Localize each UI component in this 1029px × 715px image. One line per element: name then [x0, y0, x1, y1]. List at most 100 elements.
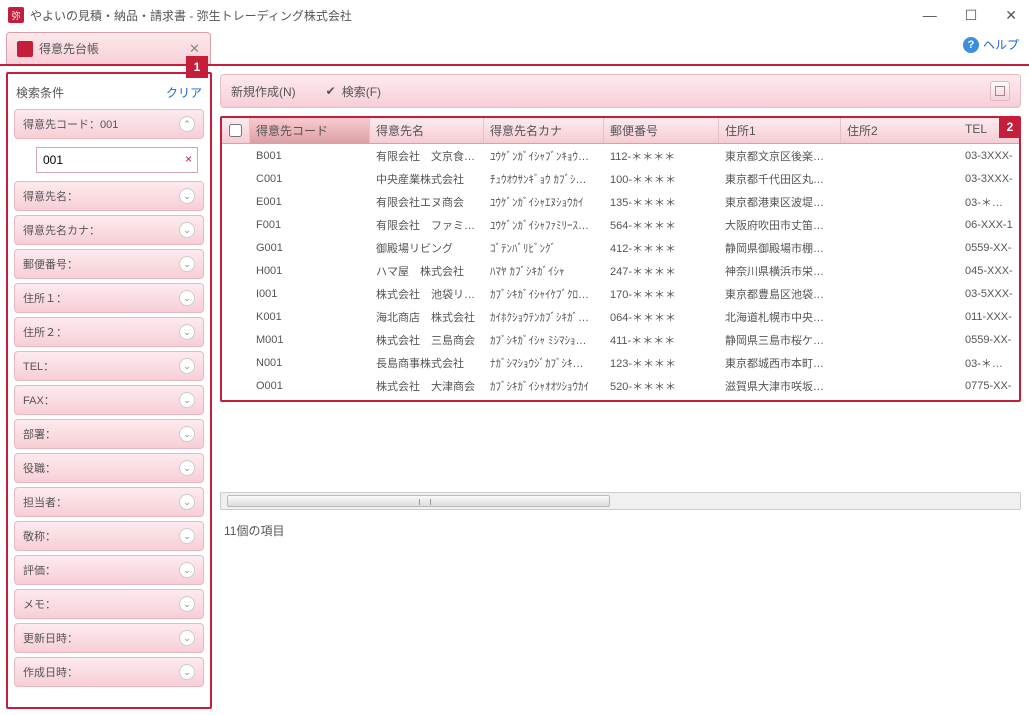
minimize-button[interactable]: —: [919, 7, 941, 24]
chevron-down-icon[interactable]: [179, 392, 195, 408]
chevron-down-icon[interactable]: [179, 426, 195, 442]
table-row[interactable]: B001有限会社 文京食…ﾕｳｹﾞﾝｶﾞｲｼｬﾌﾞﾝｷｮｳ…112-＊＊＊＊東京…: [222, 144, 1019, 167]
chevron-down-icon[interactable]: [179, 494, 195, 510]
cell-addr1: 神奈川県横浜市栄…: [719, 263, 841, 279]
field-3[interactable]: 住所１：: [14, 283, 204, 313]
cell-name: 株式会社 池袋リ…: [370, 286, 484, 302]
field-5[interactable]: TEL：: [14, 351, 204, 381]
col-postal[interactable]: 郵便番号: [604, 118, 719, 143]
cell-kana: ｶﾌﾞｼｷｶﾞｲｼｬ ﾐｼﾏｼｮ…: [484, 332, 604, 348]
cell-name: 中央産業株式会社: [370, 171, 484, 187]
table-row[interactable]: H001ハマ屋 株式会社ﾊﾏﾔ ｶﾌﾞｼｷｶﾞｲｼｬ247-＊＊＊＊神奈川県横浜…: [222, 259, 1019, 282]
cell-code: G001: [250, 242, 370, 254]
search-check-icon: ✔: [326, 84, 336, 98]
field-11[interactable]: 評価：: [14, 555, 204, 585]
cell-kana: ﾕｳｹﾞﾝｶﾞｲｼｬﾌｧﾐﾘｰｽ…: [484, 217, 604, 233]
field-label: 住所２：: [23, 324, 67, 340]
field-12[interactable]: メモ：: [14, 589, 204, 619]
cell-tel: 0559-XX-: [959, 334, 1019, 346]
maximize-button[interactable]: ☐: [961, 7, 982, 24]
cell-name: 海北商店 株式会社: [370, 309, 484, 325]
annotation-2: 2: [999, 116, 1021, 138]
col-checkbox[interactable]: [222, 118, 250, 143]
col-name[interactable]: 得意先名: [370, 118, 484, 143]
chevron-up-icon[interactable]: [179, 116, 195, 132]
cell-kana: ﾁｭｳｵｳｻﾝｷﾞｮｳ ｶﾌﾞｼ…: [484, 171, 604, 187]
field-label: メモ：: [23, 596, 56, 612]
chevron-down-icon[interactable]: [179, 358, 195, 374]
customer-grid: 2 得意先コード 得意先名 得意先名カナ 郵便番号 住所1 住所2 TEL B0…: [220, 116, 1021, 402]
chevron-down-icon[interactable]: [179, 256, 195, 272]
field-6[interactable]: FAX：: [14, 385, 204, 415]
cell-kana: ﾅｶﾞｼﾏｼｮｳｼﾞｶﾌﾞｼｷ…: [484, 355, 604, 371]
close-button[interactable]: ✕: [1001, 7, 1021, 24]
field-customer-code[interactable]: 得意先コード：001: [14, 109, 204, 139]
scroll-thumb[interactable]: [227, 495, 610, 507]
chevron-down-icon[interactable]: [179, 664, 195, 680]
field-13[interactable]: 更新日時：: [14, 623, 204, 653]
table-row[interactable]: N001長島商事株式会社ﾅｶﾞｼﾏｼｮｳｼﾞｶﾌﾞｼｷ…123-＊＊＊＊東京都城…: [222, 351, 1019, 374]
grid-body: B001有限会社 文京食…ﾕｳｹﾞﾝｶﾞｲｼｬﾌﾞﾝｷｮｳ…112-＊＊＊＊東京…: [222, 144, 1019, 397]
input-clear-icon[interactable]: ×: [185, 152, 192, 166]
cell-code: E001: [250, 196, 370, 208]
cell-code: M001: [250, 334, 370, 346]
field-label: 得意先コード：001: [23, 116, 118, 132]
field-label: 作成日時：: [23, 664, 78, 680]
chevron-down-icon[interactable]: [179, 460, 195, 476]
field-label: 役職：: [23, 460, 56, 476]
col-code[interactable]: 得意先コード: [250, 118, 370, 143]
field-14[interactable]: 作成日時：: [14, 657, 204, 687]
clear-button[interactable]: クリア: [166, 84, 202, 101]
cell-addr1: 大阪府吹田市丈笛…: [719, 217, 841, 233]
chevron-down-icon[interactable]: [179, 290, 195, 306]
cell-kana: ｶﾌﾞｼｷｶﾞｲｼｬｲｹﾌﾞｸﾛ…: [484, 286, 604, 302]
table-row[interactable]: F001有限会社 ファミ…ﾕｳｹﾞﾝｶﾞｲｼｬﾌｧﾐﾘｰｽ…564-＊＊＊＊大阪…: [222, 213, 1019, 236]
table-row[interactable]: K001海北商店 株式会社ｶｲﾎｸｼｮｳﾃﾝｶﾌﾞｼｷｶﾞ…064-＊＊＊＊北海…: [222, 305, 1019, 328]
chevron-down-icon[interactable]: [179, 324, 195, 340]
cell-code: B001: [250, 150, 370, 162]
chevron-down-icon[interactable]: [179, 630, 195, 646]
field-label: TEL：: [23, 358, 54, 374]
table-row[interactable]: G001御殿場リビングｺﾞﾃﾝﾊﾞﾘﾋﾞﾝｸﾞ412-＊＊＊＊静岡県御殿場市棚……: [222, 236, 1019, 259]
search-sidebar: 検索条件 クリア 得意先コード：001 × 得意先名：得意先名カナ：郵便番号：住…: [6, 72, 212, 709]
field-9[interactable]: 担当者：: [14, 487, 204, 517]
table-row[interactable]: I001株式会社 池袋リ…ｶﾌﾞｼｷｶﾞｲｼｬｲｹﾌﾞｸﾛ…170-＊＊＊＊東京…: [222, 282, 1019, 305]
chevron-down-icon[interactable]: [179, 528, 195, 544]
field-10[interactable]: 敬称：: [14, 521, 204, 551]
cell-code: K001: [250, 311, 370, 323]
new-button[interactable]: 新規作成(N): [231, 83, 296, 100]
cell-addr1: 東京都千代田区丸…: [719, 171, 841, 187]
chevron-down-icon[interactable]: [179, 222, 195, 238]
field-2[interactable]: 郵便番号：: [14, 249, 204, 279]
col-addr2[interactable]: 住所2: [841, 118, 959, 143]
cell-code: H001: [250, 265, 370, 277]
window-title: やよいの見積・納品・請求書 - 弥生トレーディング株式会社: [30, 7, 919, 24]
search-button[interactable]: 検索(F): [342, 83, 381, 100]
field-4[interactable]: 住所２：: [14, 317, 204, 347]
tab-close-icon[interactable]: ✕: [189, 41, 200, 57]
field-8[interactable]: 役職：: [14, 453, 204, 483]
help-link[interactable]: ? ヘルプ: [963, 36, 1019, 53]
chevron-down-icon[interactable]: [179, 562, 195, 578]
table-row[interactable]: M001株式会社 三島商会ｶﾌﾞｼｷｶﾞｲｼｬ ﾐｼﾏｼｮ…411-＊＊＊＊静岡…: [222, 328, 1019, 351]
tab-customer-ledger[interactable]: 得意先台帳 ✕: [6, 32, 211, 64]
field-1[interactable]: 得意先名カナ：: [14, 215, 204, 245]
field-label: 更新日時：: [23, 630, 78, 646]
table-row[interactable]: E001有限会社エヌ商会ﾕｳｹﾞﾝｶﾞｲｼｬｴﾇｼｮｳｶｲ135-＊＊＊＊東京都…: [222, 190, 1019, 213]
table-row[interactable]: O001株式会社 大津商会ｶﾌﾞｼｷｶﾞｲｼｬｵｵﾂｼｮｳｶｲ520-＊＊＊＊滋…: [222, 374, 1019, 397]
grid-settings-button[interactable]: [990, 81, 1010, 101]
cell-name: 御殿場リビング: [370, 240, 484, 256]
col-addr1[interactable]: 住所1: [719, 118, 841, 143]
cell-postal: 411-＊＊＊＊: [604, 332, 719, 348]
customer-code-input[interactable]: [36, 147, 198, 173]
field-0[interactable]: 得意先名：: [14, 181, 204, 211]
table-row[interactable]: C001中央産業株式会社ﾁｭｳｵｳｻﾝｷﾞｮｳ ｶﾌﾞｼ…100-＊＊＊＊東京都…: [222, 167, 1019, 190]
select-all-checkbox[interactable]: [229, 124, 242, 137]
chevron-down-icon[interactable]: [179, 596, 195, 612]
cell-tel: 03-3XXX-: [959, 150, 1019, 162]
col-kana[interactable]: 得意先名カナ: [484, 118, 604, 143]
cell-postal: 123-＊＊＊＊: [604, 355, 719, 371]
field-7[interactable]: 部署：: [14, 419, 204, 449]
horizontal-scrollbar[interactable]: [220, 492, 1021, 510]
chevron-down-icon[interactable]: [179, 188, 195, 204]
